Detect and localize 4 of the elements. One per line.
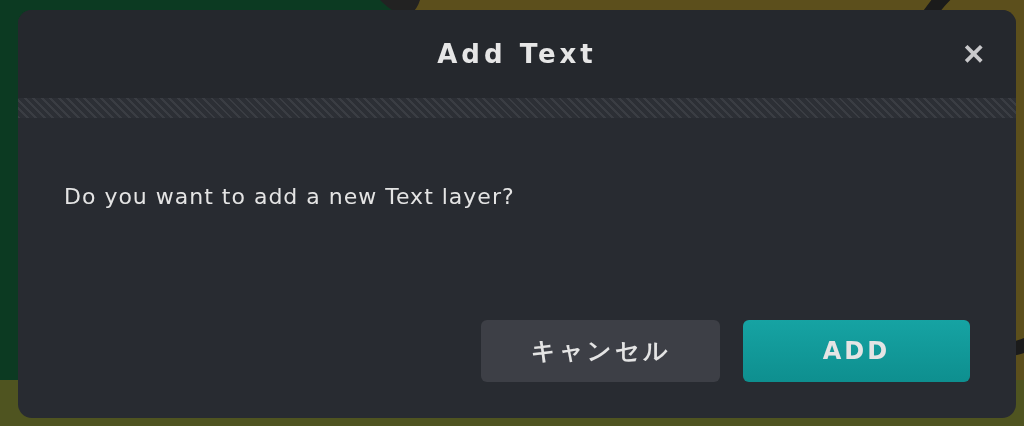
close-button[interactable]: ✕ [956, 38, 990, 72]
dialog-message: Do you want to add a new Text layer? [64, 184, 516, 209]
cancel-button[interactable]: キャンセル [481, 320, 720, 382]
dialog-title: Add Text [437, 39, 597, 69]
